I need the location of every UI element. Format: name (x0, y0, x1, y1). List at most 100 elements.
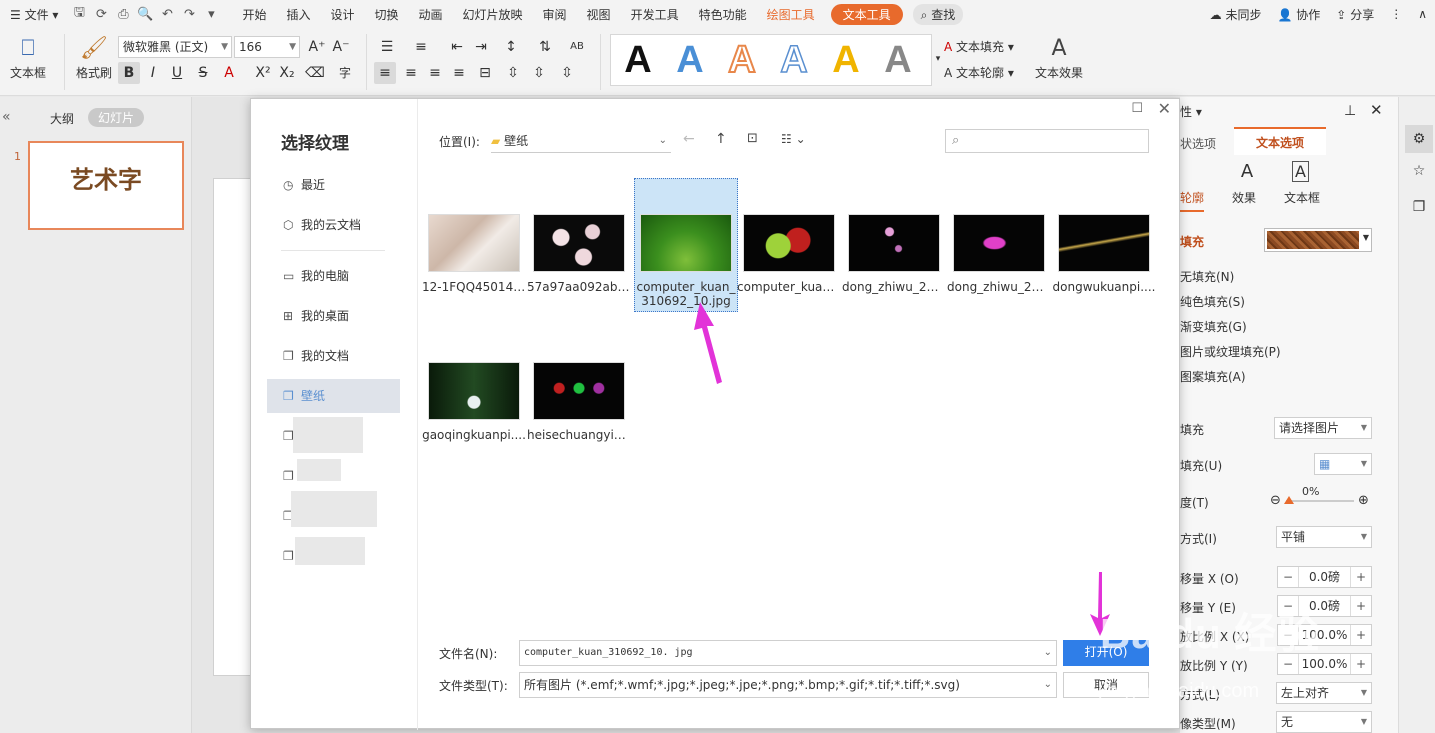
plus-icon[interactable]: + (1351, 570, 1371, 584)
decrease-font-icon[interactable]: A⁻ (330, 36, 352, 58)
more-spacing-icon[interactable]: ⇳ (556, 62, 578, 84)
nav-wallpaper[interactable]: ❐ 壁纸 (267, 379, 400, 413)
fill-source-select[interactable]: 请选择图片 ▼ (1274, 417, 1372, 439)
text-outline-button[interactable]: A 文本轮廓 ▾ (944, 64, 1014, 81)
overflow-icon[interactable]: ⋮ (1382, 7, 1410, 21)
texture-swatch[interactable]: ▼ (1264, 228, 1372, 252)
increase-font-icon[interactable]: A⁺ (306, 36, 328, 58)
line-spacing-icon[interactable]: ↕ (500, 36, 522, 58)
nav-documents[interactable]: ❐ 我的文档 (267, 339, 400, 373)
radio-picture-fill[interactable]: 图片或纹理填充(P) (1180, 343, 1281, 360)
tab-transition[interactable]: 切换 (364, 6, 408, 23)
print-icon[interactable]: ⎙ (112, 7, 134, 22)
indent-icon[interactable]: ⇥ (470, 36, 492, 58)
tab-review[interactable]: 审阅 (533, 6, 577, 23)
offset-x-stepper[interactable]: −0.0磅 + (1277, 566, 1372, 588)
text-direction-icon[interactable]: ⇅ (534, 36, 556, 58)
minimize-icon[interactable]: ∧ (1410, 7, 1435, 21)
slides-tab[interactable]: 幻灯片 (88, 108, 145, 127)
subscript-icon[interactable]: X₂ (276, 62, 298, 84)
align-left-icon[interactable]: ≡ (374, 62, 396, 84)
tab-design[interactable]: 设计 (320, 6, 364, 23)
tab-developer[interactable]: 开发工具 (621, 6, 689, 23)
text-effects-button[interactable]: A 文本效果 (1030, 34, 1088, 81)
search-button[interactable]: ⌕ 查找 (912, 3, 964, 25)
eraser-icon[interactable]: ⌫ (304, 62, 326, 84)
tab-shape-options[interactable]: 状选项 (1180, 135, 1216, 152)
plus-icon[interactable]: + (1351, 657, 1371, 671)
back-icon[interactable]: ← (683, 131, 695, 147)
pin-icon[interactable]: ⊥ (1344, 103, 1356, 119)
share-button[interactable]: ⇪ 分享 (1328, 6, 1382, 23)
underline-icon[interactable]: U (166, 62, 188, 84)
line-height-icon[interactable]: ⇳ (528, 62, 550, 84)
superscript-icon[interactable]: X² (252, 62, 274, 84)
subtab-outline[interactable]: 轮廓 (1180, 189, 1205, 212)
nav-recent[interactable]: ◷ 最近 (267, 168, 400, 202)
radio-solid-fill[interactable]: 纯色填充(S) (1180, 293, 1245, 310)
numbering-icon[interactable]: ≡ (410, 36, 432, 58)
mode-select[interactable]: 平铺 ▼ (1276, 526, 1372, 548)
file-item[interactable]: computer_kuan.... (737, 214, 841, 294)
text-fill-button[interactable]: A 文本填充 ▾ (944, 38, 1014, 55)
plus-icon[interactable]: + (1351, 628, 1371, 642)
offset-x-value[interactable]: 0.0磅 (1298, 567, 1351, 587)
bullets-icon[interactable]: ☰ (376, 36, 398, 58)
distribute-icon[interactable]: ⊟ (474, 62, 496, 84)
file-item-selected[interactable]: computer_kuan_310692_10.jpg (634, 178, 738, 312)
filename-input[interactable]: computer_kuan_310692_10. jpg ⌄ (519, 640, 1057, 666)
style-blue-outline[interactable]: A (769, 37, 819, 83)
nav-desktop[interactable]: ⊞ 我的桌面 (267, 299, 400, 333)
format-painter-button[interactable]: 🖌 格式刷 (72, 34, 116, 81)
tab-view[interactable]: 视图 (577, 6, 621, 23)
location-select[interactable]: ▰ 壁纸 ⌄ (491, 129, 671, 153)
font-color-icon[interactable]: A (218, 62, 240, 84)
redo-icon[interactable]: ↷ (178, 7, 200, 22)
subtab-effects[interactable]: 效果 (1232, 189, 1256, 206)
mirror-select[interactable]: 无 ▼ (1276, 711, 1372, 733)
filetype-select[interactable]: 所有图片 (*.emf;*.wmf;*.jpg;*.jpeg;*.jpe;*.p… (519, 672, 1057, 698)
phonetic-icon[interactable]: 字 (334, 62, 356, 84)
style-gold[interactable]: A (821, 37, 871, 83)
bold-icon[interactable]: B (118, 62, 140, 84)
nav-computer[interactable]: ▭ 我的电脑 (267, 259, 400, 293)
radio-gradient-fill[interactable]: 渐变填充(G) (1180, 318, 1247, 335)
copy-icon[interactable]: ❐ (1405, 199, 1433, 215)
file-item[interactable]: gaoqingkuanpi.... (422, 362, 526, 442)
text-style-gallery[interactable]: A A A A A A (610, 34, 932, 86)
more-icon[interactable]: ▾ (200, 7, 222, 22)
file-item[interactable]: dong_zhiwu_24.... (842, 214, 946, 294)
preview-icon[interactable]: 🔍 (134, 7, 156, 22)
close-icon[interactable]: ✕ (1370, 101, 1383, 119)
collab-button[interactable]: 👤 协作 (1270, 6, 1329, 23)
tab-slideshow[interactable]: 幻灯片放映 (453, 6, 533, 23)
tab-text-options[interactable]: 文本选项 (1234, 127, 1326, 155)
radio-pattern-fill[interactable]: 图案填充(A) (1180, 368, 1246, 385)
tab-insert[interactable]: 插入 (276, 6, 320, 23)
transparency-slider[interactable] (1286, 500, 1354, 502)
star-icon[interactable]: ☆ (1405, 163, 1433, 179)
properties-icon[interactable]: ⚙ (1405, 125, 1433, 153)
strikethrough-icon[interactable]: S (192, 62, 214, 84)
plus-icon[interactable]: + (1351, 599, 1371, 613)
minus-icon[interactable]: − (1278, 570, 1298, 584)
maximize-icon[interactable]: ☐ (1131, 101, 1143, 116)
font-family-select[interactable]: 微软雅黑 (正文) ▼ (118, 36, 232, 58)
style-gray[interactable]: A (873, 37, 923, 83)
plus-icon[interactable]: ⊕ (1358, 493, 1369, 508)
collapse-icon[interactable]: « (2, 109, 11, 125)
file-item[interactable]: 57a97aa092ab.... (527, 214, 631, 294)
file-item[interactable]: 12-1FQQ45014.... (422, 214, 526, 294)
outdent-icon[interactable]: ⇤ (446, 36, 468, 58)
tab-animation[interactable]: 动画 (409, 6, 453, 23)
cloud-icon[interactable]: ⟳ (90, 7, 112, 22)
subtab-textbox[interactable]: 文本框 (1284, 189, 1320, 206)
font-size-select[interactable]: 166 ▼ (234, 36, 300, 58)
texture-select[interactable]: ▦ ▼ (1314, 453, 1372, 475)
up-icon[interactable]: ↑ (715, 131, 727, 147)
style-black[interactable]: A (613, 37, 663, 83)
tab-home[interactable]: 开始 (232, 6, 276, 23)
slider-thumb[interactable] (1284, 496, 1294, 504)
style-orange-outline[interactable]: A (717, 37, 767, 83)
sync-button[interactable]: ☁ 未同步 (1202, 6, 1270, 23)
